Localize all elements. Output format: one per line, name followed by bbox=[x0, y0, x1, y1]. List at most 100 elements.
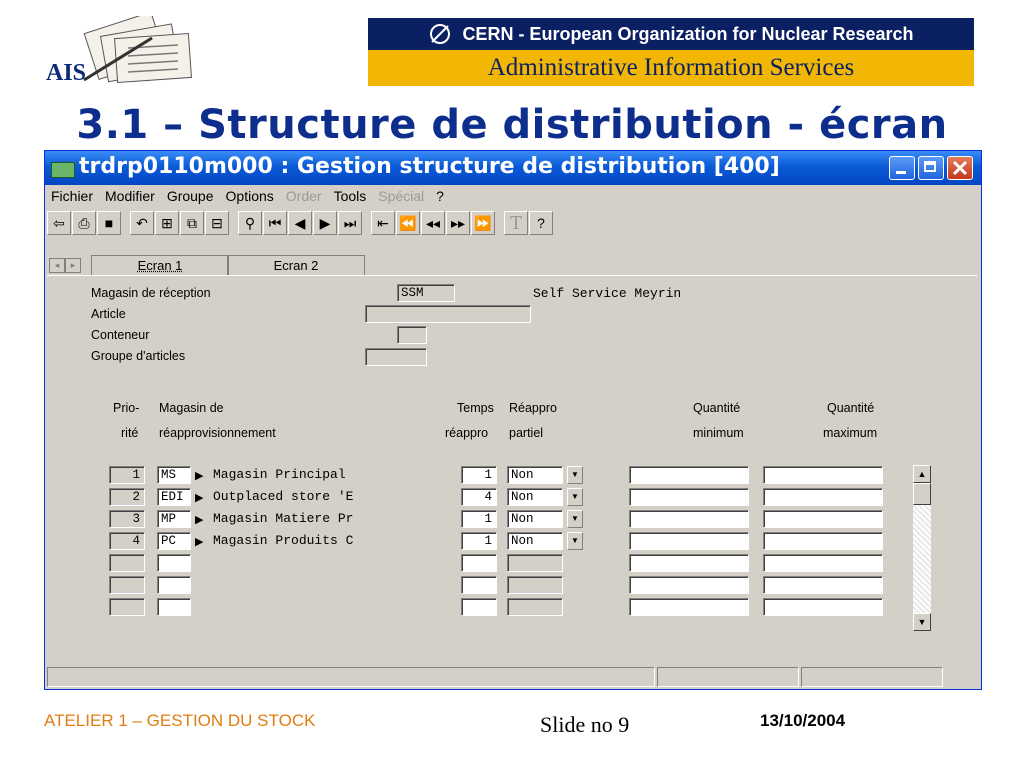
field-article[interactable] bbox=[365, 305, 531, 323]
row4-dropdown-icon[interactable]: ▼ bbox=[567, 532, 583, 550]
scroll-thumb[interactable] bbox=[913, 483, 931, 505]
row5-qmax[interactable] bbox=[763, 554, 883, 572]
first-set-icon[interactable]: ⇤ bbox=[371, 211, 395, 235]
last-page-icon[interactable]: ⏩ bbox=[471, 211, 495, 235]
row3-prio[interactable]: 3 bbox=[109, 510, 145, 528]
find-icon[interactable]: ⚲ bbox=[238, 211, 262, 235]
close-button[interactable] bbox=[947, 156, 973, 180]
insert-icon[interactable]: ⊟ bbox=[205, 211, 229, 235]
text-icon[interactable]: T bbox=[504, 211, 528, 235]
row2-zoom-icon[interactable]: ▶ bbox=[195, 491, 203, 504]
row3-partiel[interactable]: Non bbox=[507, 510, 563, 528]
row3-qmin[interactable] bbox=[629, 510, 749, 528]
row4-partiel[interactable]: Non bbox=[507, 532, 563, 550]
status-panel-3 bbox=[801, 667, 943, 687]
row5-qmin[interactable] bbox=[629, 554, 749, 572]
row5-prio[interactable] bbox=[109, 554, 145, 572]
menu-modifier[interactable]: Modifier bbox=[99, 188, 161, 204]
copy-icon[interactable]: ⧉ bbox=[180, 211, 204, 235]
previous-page-icon[interactable]: ◂◂ bbox=[421, 211, 445, 235]
row3-dropdown-icon[interactable]: ▼ bbox=[567, 510, 583, 528]
form-area: Magasin de réception SSM Self Service Me… bbox=[47, 275, 977, 656]
row6-temps[interactable] bbox=[461, 576, 497, 594]
row7-qmin[interactable] bbox=[629, 598, 749, 616]
row1-qmax[interactable] bbox=[763, 466, 883, 484]
tab-ecran-1[interactable]: Ecran 1 bbox=[91, 255, 229, 275]
row2-prio[interactable]: 2 bbox=[109, 488, 145, 506]
menu-fichier[interactable]: Fichier bbox=[45, 188, 99, 204]
row6-code[interactable] bbox=[157, 576, 191, 594]
exit-icon[interactable]: ⇦ bbox=[47, 211, 71, 235]
row2-partiel[interactable]: Non bbox=[507, 488, 563, 506]
row4-prio[interactable]: 4 bbox=[109, 532, 145, 550]
row7-code[interactable] bbox=[157, 598, 191, 616]
row4-temps[interactable]: 1 bbox=[461, 532, 497, 550]
row4-qmin[interactable] bbox=[629, 532, 749, 550]
menu-options[interactable]: Options bbox=[220, 188, 280, 204]
row7-temps[interactable] bbox=[461, 598, 497, 616]
field-magasin-reception[interactable]: SSM bbox=[397, 284, 455, 302]
minimize-button[interactable] bbox=[889, 156, 915, 180]
row1-dropdown-icon[interactable]: ▼ bbox=[567, 466, 583, 484]
last-record-icon[interactable]: ⏭ bbox=[338, 211, 362, 235]
row6-prio[interactable] bbox=[109, 576, 145, 594]
status-bar bbox=[45, 667, 981, 689]
row3-qmax[interactable] bbox=[763, 510, 883, 528]
undo-icon[interactable]: ↶ bbox=[130, 211, 154, 235]
first-page-icon[interactable]: ⏪ bbox=[396, 211, 420, 235]
row2-code[interactable]: EDI bbox=[157, 488, 191, 506]
next-page-icon[interactable]: ▸▸ bbox=[446, 211, 470, 235]
col-prio-line1: Prio- bbox=[113, 401, 140, 415]
row6-qmax[interactable] bbox=[763, 576, 883, 594]
scroll-up-icon[interactable]: ▲ bbox=[913, 465, 931, 483]
cern-logo-icon bbox=[430, 24, 451, 44]
first-record-icon[interactable]: ⏮ bbox=[263, 211, 287, 235]
help-icon[interactable]: ? bbox=[529, 211, 553, 235]
field-groupe-articles[interactable] bbox=[365, 348, 427, 366]
menu-special[interactable]: Spécial bbox=[372, 188, 430, 204]
vertical-scrollbar[interactable]: ▲ ▼ bbox=[913, 465, 931, 631]
row7-prio[interactable] bbox=[109, 598, 145, 616]
next-record-icon[interactable]: ▶ bbox=[313, 211, 337, 235]
menu-help[interactable]: ? bbox=[430, 188, 450, 204]
row2-qmin[interactable] bbox=[629, 488, 749, 506]
row3-temps[interactable]: 1 bbox=[461, 510, 497, 528]
save-icon[interactable]: ■ bbox=[97, 211, 121, 235]
title-bar[interactable]: trdrp0110m000 : Gestion structure de dis… bbox=[45, 151, 981, 185]
menu-groupe[interactable]: Groupe bbox=[161, 188, 220, 204]
scroll-down-icon[interactable]: ▼ bbox=[913, 613, 931, 631]
row3-code[interactable]: MP bbox=[157, 510, 191, 528]
row1-partiel[interactable]: Non bbox=[507, 466, 563, 484]
row5-code[interactable] bbox=[157, 554, 191, 572]
tab-ecran-2[interactable]: Ecran 2 bbox=[227, 255, 365, 275]
row1-code[interactable]: MS bbox=[157, 466, 191, 484]
row1-zoom-icon[interactable]: ▶ bbox=[195, 469, 203, 482]
row1-temps[interactable]: 1 bbox=[461, 466, 497, 484]
row7-partiel[interactable] bbox=[507, 598, 563, 616]
menu-tools[interactable]: Tools bbox=[328, 188, 373, 204]
tab-scroll-left-icon[interactable]: ◂ bbox=[49, 258, 65, 273]
col-magasin-line1: Magasin de bbox=[159, 401, 224, 415]
row1-qmin[interactable] bbox=[629, 466, 749, 484]
duplicate-icon[interactable]: ⊞ bbox=[155, 211, 179, 235]
row1-prio[interactable]: 1 bbox=[109, 466, 145, 484]
row6-qmin[interactable] bbox=[629, 576, 749, 594]
row4-zoom-icon[interactable]: ▶ bbox=[195, 535, 203, 548]
row4-code[interactable]: PC bbox=[157, 532, 191, 550]
row2-temps[interactable]: 4 bbox=[461, 488, 497, 506]
row7-qmax[interactable] bbox=[763, 598, 883, 616]
field-conteneur[interactable] bbox=[397, 326, 427, 344]
row4-qmax[interactable] bbox=[763, 532, 883, 550]
previous-record-icon[interactable]: ◀ bbox=[288, 211, 312, 235]
print-icon[interactable]: ⎙ bbox=[72, 211, 96, 235]
maximize-button[interactable] bbox=[918, 156, 944, 180]
row3-zoom-icon[interactable]: ▶ bbox=[195, 513, 203, 526]
row5-partiel[interactable] bbox=[507, 554, 563, 572]
row6-partiel[interactable] bbox=[507, 576, 563, 594]
row5-temps[interactable] bbox=[461, 554, 497, 572]
menu-order[interactable]: Order bbox=[280, 188, 328, 204]
row2-dropdown-icon[interactable]: ▼ bbox=[567, 488, 583, 506]
col-qmin-line1: Quantité bbox=[693, 401, 741, 415]
row2-qmax[interactable] bbox=[763, 488, 883, 506]
tab-scroll-right-icon[interactable]: ▸ bbox=[65, 258, 81, 273]
